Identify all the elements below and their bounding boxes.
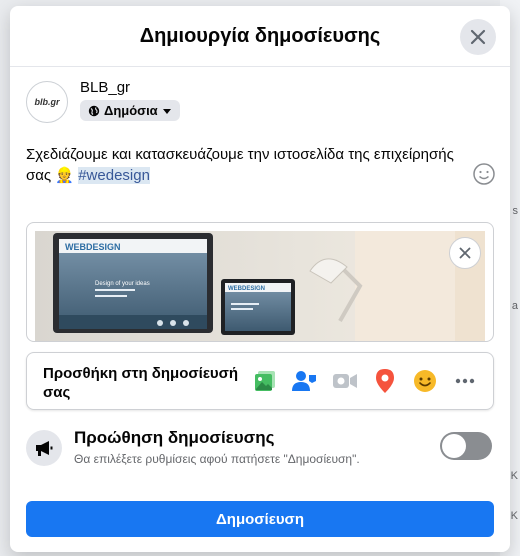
- smiley-icon: [473, 163, 495, 185]
- dialog-title: Δημιουργία δημοσίευσης: [139, 24, 381, 47]
- globe-icon: [88, 105, 100, 116]
- photo-video-button[interactable]: [249, 367, 281, 395]
- attached-image-preview: WEBDESIGN Design of your ideas WEBDESIGN: [26, 222, 494, 342]
- create-post-dialog: Δημιουργία δημοσίευσης blb.gr BLB_gr Δημ…: [10, 6, 510, 552]
- add-to-post-bar: Προσθήκη στη δημοσίευσή σας: [26, 352, 494, 410]
- close-icon: [459, 247, 471, 259]
- post-button[interactable]: Δημοσίευση: [26, 501, 494, 537]
- check-in-button[interactable]: [369, 367, 401, 395]
- caret-down-icon: [162, 108, 171, 114]
- close-icon: [470, 29, 486, 45]
- tag-people-button[interactable]: [289, 367, 321, 395]
- author-name: BLB_gr: [80, 79, 131, 96]
- toggle-knob: [442, 434, 466, 458]
- audience-label: Δημόσια: [104, 103, 158, 118]
- add-to-post-label: Προσθήκη στη δημοσίευσή σας: [43, 365, 239, 401]
- boost-post-section: Προώθηση δημοσίευσης Θα επιλέξετε ρυθμίσ…: [26, 426, 492, 476]
- screen-logo: WEBDESIGN: [65, 242, 121, 252]
- feeling-button[interactable]: [409, 367, 441, 395]
- emoji-button[interactable]: [472, 162, 496, 191]
- live-video-icon: [333, 374, 357, 388]
- screen-tagline: Design of your ideas: [95, 281, 150, 287]
- dialog-header: Δημιουργία δημοσίευσης: [10, 6, 510, 67]
- boost-toggle[interactable]: [440, 432, 492, 460]
- megaphone-icon: [36, 441, 53, 456]
- audience-selector[interactable]: Δημόσια: [80, 100, 180, 121]
- post-text-input[interactable]: Σχεδιάζουμε και κατασκευάζουμε την ιστοσ…: [26, 144, 466, 186]
- live-video-button[interactable]: [329, 367, 361, 395]
- check-in-icon: [376, 369, 394, 393]
- avatar: blb.gr: [26, 81, 68, 123]
- background-text: K: [510, 510, 518, 522]
- close-button[interactable]: [460, 19, 496, 55]
- feeling-icon: [414, 370, 436, 392]
- post-author: blb.gr BLB_gr Δημόσια: [26, 79, 180, 123]
- worker-emoji: 👷: [55, 167, 75, 184]
- background-text: a: [511, 300, 518, 312]
- boost-subtitle: Θα επιλέξετε ρυθμίσεις αφού πατήσετε "Δη…: [74, 452, 360, 466]
- background-text: K: [510, 470, 518, 482]
- more-icon: [455, 378, 475, 384]
- webdesign-photo: WEBDESIGN Design of your ideas WEBDESIGN: [35, 231, 485, 341]
- more-options-button[interactable]: [449, 367, 481, 395]
- remove-attachment-button[interactable]: [449, 237, 481, 269]
- add-to-post-icons: [249, 367, 481, 395]
- photo-video-icon: [255, 371, 275, 391]
- hashtag: #wedesign: [78, 167, 150, 184]
- boost-title: Προώθηση δημοσίευσης: [74, 428, 275, 447]
- laptop-screen-logo: WEBDESIGN: [228, 286, 265, 292]
- tag-people-icon: [292, 371, 316, 391]
- avatar-logo-text: blb.gr: [34, 97, 60, 107]
- background-text: s: [512, 205, 519, 217]
- boost-icon-wrapper: [26, 430, 62, 466]
- author-info: BLB_gr Δημόσια: [80, 79, 180, 123]
